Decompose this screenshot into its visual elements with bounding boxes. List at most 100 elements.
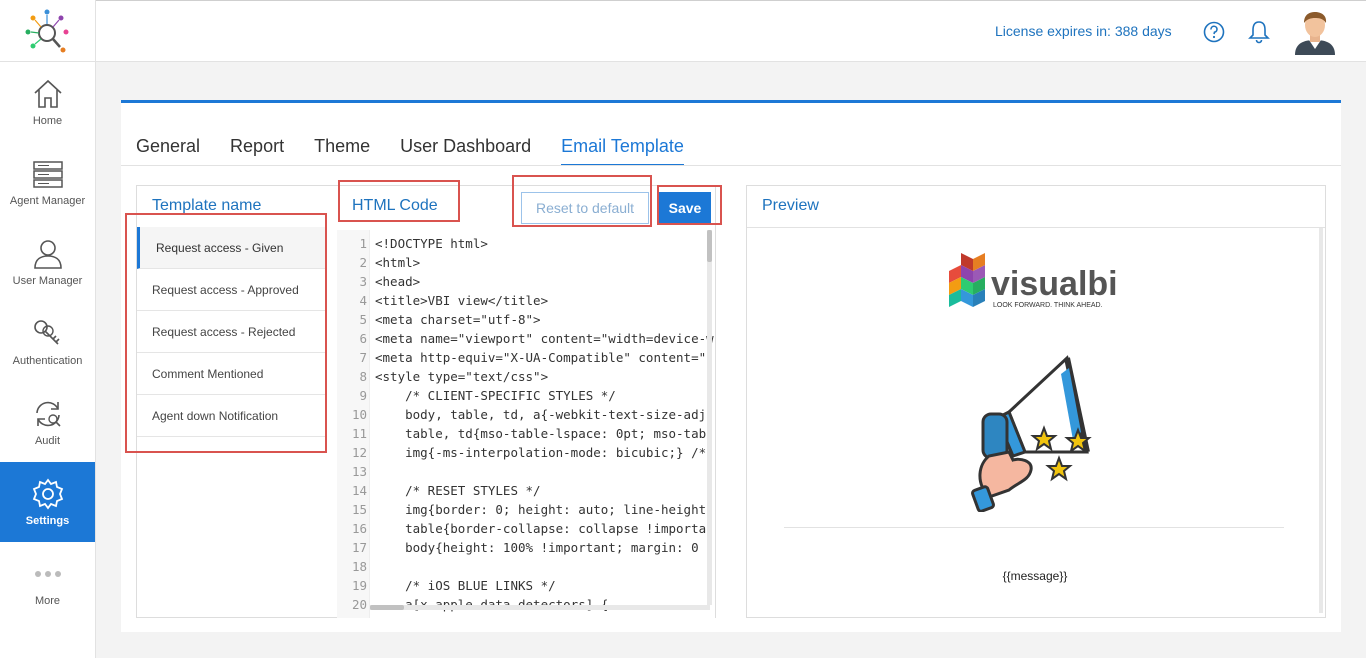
tab-user-dashboard[interactable]: User Dashboard [400,136,531,166]
template-name-heading: Template name [152,197,262,214]
editor-horizontal-scrollbar[interactable] [370,605,710,610]
preview-separator [784,527,1284,528]
line-number: 16 [351,521,367,536]
app-logo-icon [25,9,68,52]
sidebar: Home Agent Manager User Manager Authenti… [0,0,96,658]
sidebar-item-label: User Manager [12,275,83,287]
code-line: 9 /* CLIENT-SPECIFIC STYLES */ [337,386,616,405]
preview-panel: Preview visualbi LOOK FORWARD. THINK AHE… [746,185,1326,618]
sidebar-item-audit[interactable]: Audit [0,382,95,462]
code-line: 14 /* RESET STYLES */ [337,481,541,500]
app-logo[interactable] [0,0,95,62]
code-line: 7 <meta http-equiv="X-UA-Compatible" cont… [337,348,706,367]
code-line: 13 [337,462,375,481]
template-list-panel: Template name Request access - Given Req… [136,185,338,618]
line-number: 13 [351,464,367,479]
code-line: 6 <meta name="viewport" content="width=de… [337,329,714,348]
line-number: 18 [351,559,367,574]
line-number: 20 [351,597,367,612]
preview-scrollbar[interactable] [1319,228,1323,613]
code-text: <head> [375,274,421,289]
line-number: 15 [351,502,367,517]
code-line: 19 /* iOS BLUE LINKS */ [337,576,556,595]
tab-general[interactable]: General [136,136,200,166]
code-line: 17 body{height: 100% !important; margin:… [337,538,699,557]
scroll-thumb[interactable] [370,605,404,610]
megaphone-icon [971,355,1092,512]
code-line: 10 body, table, td, a{-webkit-text-size-… [337,405,706,424]
code-line: 2 <html> [337,253,420,272]
sidebar-item-label: Audit [34,435,61,447]
sidebar-item-label: Agent Manager [9,195,86,207]
code-text: <meta name="viewport" content="width=dev… [375,331,714,346]
html-code-panel: HTML Code Reset to default Save 1 <!DOCTY… [337,185,716,618]
sidebar-item-authentication[interactable]: Authentication [0,302,95,382]
gear-icon [32,478,63,510]
line-number: 10 [351,407,367,422]
code-line: 4 <title>VBI view</title> [337,291,548,310]
line-number: 12 [351,445,367,460]
sidebar-item-home[interactable]: Home [0,62,95,142]
more-dots-icon [34,571,61,577]
bell-icon[interactable] [1248,20,1270,44]
line-number: 7 [359,350,367,365]
save-button[interactable]: Save [659,192,711,224]
line-number: 4 [359,293,367,308]
template-item-request-access-given[interactable]: Request access - Given [137,227,325,269]
sidebar-item-settings[interactable]: Settings [0,462,95,542]
logo-tagline: LOOK FORWARD. THINK AHEAD. [993,302,1103,309]
sidebar-item-label: Home [32,115,63,127]
line-number: 1 [359,236,367,251]
settings-panel: General Report Theme User Dashboard Emai… [121,100,1341,632]
scroll-thumb[interactable] [707,230,712,262]
message-placeholder: {{message}} [1002,569,1068,583]
avatar[interactable] [1292,9,1338,55]
code-line: 11 table, td{mso-table-lspace: 0pt; mso-… [337,424,706,443]
code-line: 3 <head> [337,272,420,291]
top-bar: License expires in: 388 days [96,0,1366,62]
line-number: 6 [359,331,367,346]
code-text: /* CLIENT-SPECIFIC STYLES */ [375,388,616,403]
line-number: 2 [359,255,367,270]
code-text: body, table, td, a{-webkit-text-size-adj [375,407,707,422]
server-icon [32,161,63,188]
html-code-editor[interactable]: 1 <!DOCTYPE html> 2 <html> 3 <head> 4 <title>VB… [337,230,715,618]
sidebar-item-agent-manager[interactable]: Agent Manager [0,142,95,222]
template-list: Request access - Given Request access - … [137,227,325,437]
code-text: <style type="text/css"> [375,369,549,384]
code-text: <meta http-equiv="X-UA-Compatible" conte… [375,350,707,365]
code-text: <meta charset="utf-8"> [375,312,541,327]
tab-email-template[interactable]: Email Template [561,136,684,166]
code-text: <title>VBI view</title> [375,293,549,308]
editor-vertical-scrollbar[interactable] [707,230,712,605]
html-code-heading: HTML Code [352,197,438,214]
refresh-icon [35,401,61,427]
line-number: 5 [359,312,367,327]
reset-to-default-button[interactable]: Reset to default [521,192,649,224]
template-item-request-access-approved[interactable]: Request access - Approved [137,269,325,311]
line-number: 19 [351,578,367,593]
line-number: 9 [359,388,367,403]
tab-report[interactable]: Report [230,136,284,166]
line-number: 3 [359,274,367,289]
code-text: table{border-collapse: collapse !importa [375,521,707,536]
code-line: 18 [337,557,375,576]
sidebar-item-more[interactable]: More [0,542,95,622]
help-icon[interactable] [1203,21,1225,43]
tab-theme[interactable]: Theme [314,136,370,166]
template-item-comment-mentioned[interactable]: Comment Mentioned [137,353,325,395]
user-icon [33,240,62,269]
code-line: 15 img{border: 0; height: auto; line-hei… [337,500,706,519]
logo-wordmark: visualbi [991,265,1118,303]
template-item-agent-down-notification[interactable]: Agent down Notification [137,395,325,437]
code-line: 16 table{border-collapse: collapse !impo… [337,519,706,538]
visualbi-cube-icon: visualbi LOOK FORWARD. THINK AHEAD. [949,253,1118,309]
template-item-request-access-rejected[interactable]: Request access - Rejected [137,311,325,353]
preview-divider [747,227,1325,228]
code-text: body{height: 100% !important; margin: 0 [375,540,699,555]
home-icon [33,79,62,108]
visualbi-logo: visualbi LOOK FORWARD. THINK AHEAD. [943,243,1133,318]
code-text: /* iOS BLUE LINKS */ [375,578,556,593]
code-text: <html> [375,255,421,270]
sidebar-item-user-manager[interactable]: User Manager [0,222,95,302]
